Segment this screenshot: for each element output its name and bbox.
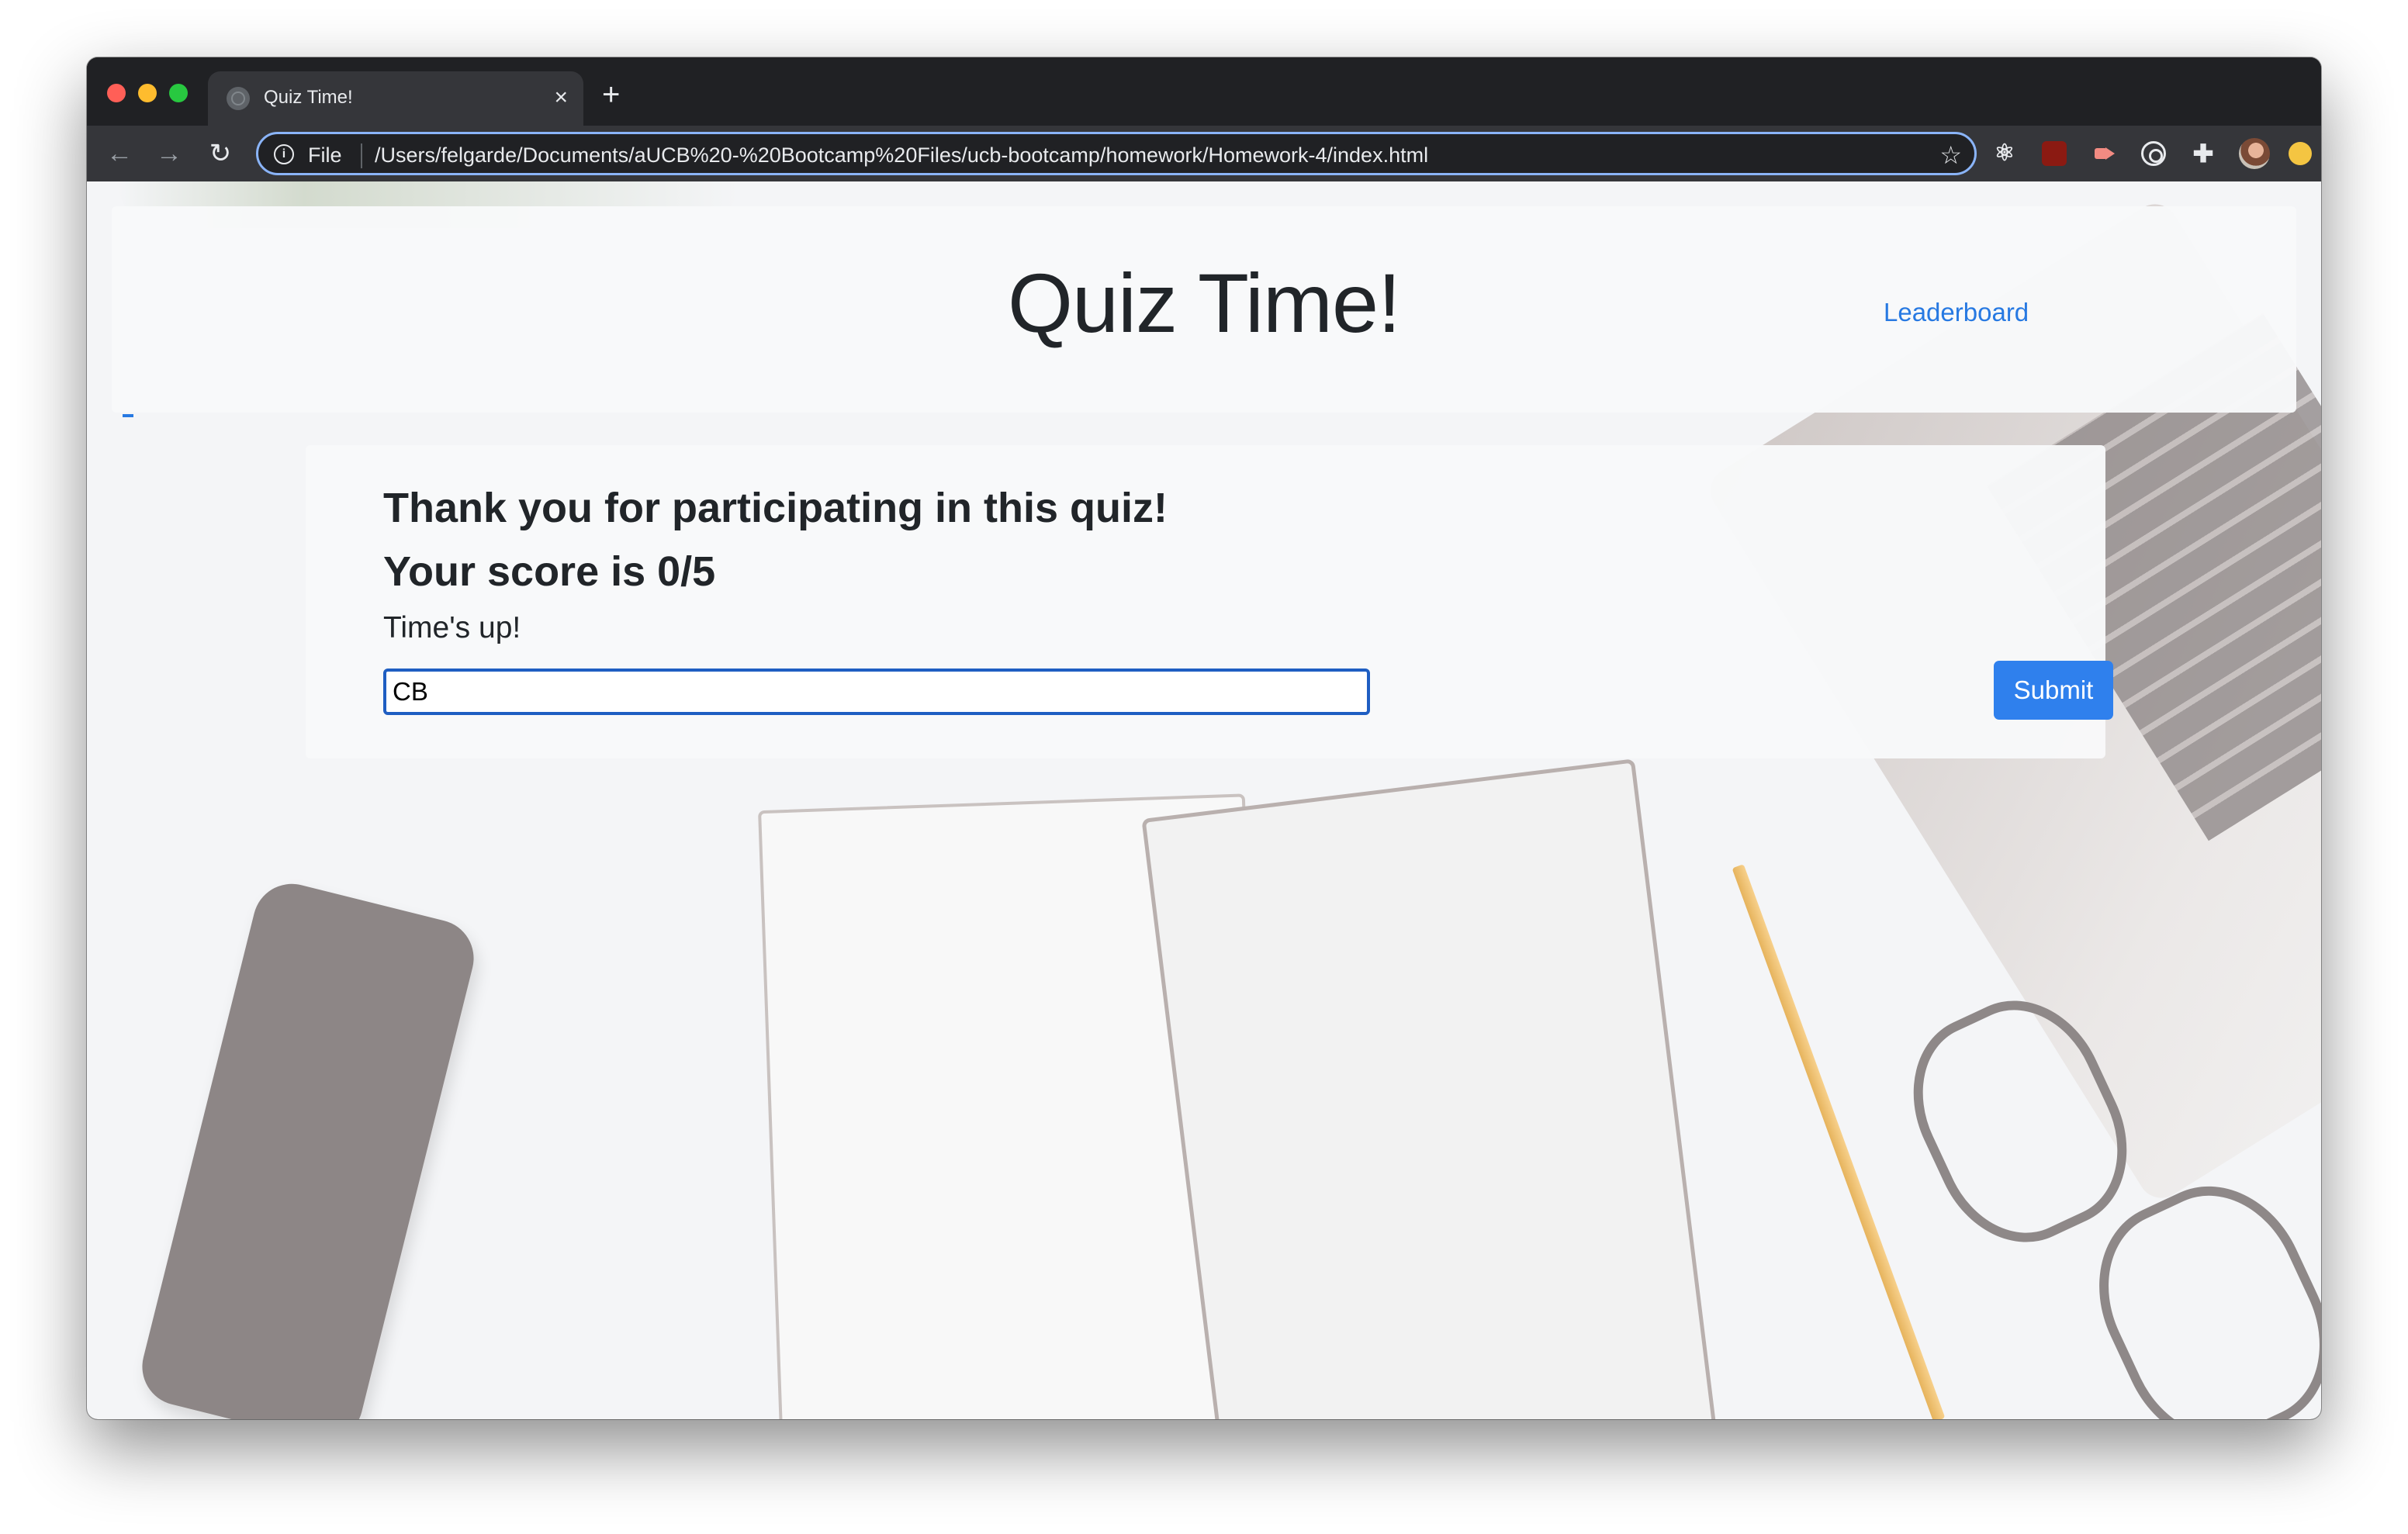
address-divider: [361, 143, 362, 168]
browser-toolbar: ← → ↻ i File /Users/felgarde/Documents/a…: [87, 126, 2321, 181]
maximize-window-button[interactable]: [169, 84, 188, 102]
quiz-result-card: Thank you for participating in this quiz…: [306, 445, 2113, 758]
header-jumbotron: Quiz Time! Leaderboard: [112, 206, 2296, 413]
info-icon[interactable]: i: [274, 144, 294, 164]
close-tab-icon[interactable]: ×: [554, 82, 568, 113]
address-url[interactable]: /Users/felgarde/Documents/aUCB%20-%20Boo…: [375, 143, 1428, 168]
back-arrow-icon[interactable]: ←: [102, 136, 137, 171]
background-phone: [133, 876, 483, 1419]
globe-icon: [227, 87, 250, 110]
forward-arrow-icon[interactable]: →: [152, 136, 186, 171]
background-notebook-right-page: [1141, 758, 1717, 1419]
close-window-button[interactable]: [107, 84, 126, 102]
leaderboard-link[interactable]: Leaderboard: [1884, 298, 2029, 327]
tab-quiz-time[interactable]: Quiz Time! ×: [208, 71, 583, 126]
bookmark-star-icon[interactable]: ☆: [1939, 140, 1962, 170]
address-bar[interactable]: i File /Users/felgarde/Documents/aUCB%20…: [256, 132, 1977, 175]
minimize-window-button[interactable]: [138, 84, 157, 102]
react-devtools-icon[interactable]: ⚛: [1992, 141, 2017, 166]
video-extension-icon[interactable]: [2091, 141, 2116, 166]
score-heading: Your score is 0/5: [383, 548, 716, 595]
extensions-puzzle-icon[interactable]: ✚: [2191, 141, 2216, 166]
background-pencil: [1732, 864, 1946, 1419]
time-status-text: Time's up!: [383, 611, 521, 644]
page-viewport: Quiz Time! Leaderboard Thank you for par…: [87, 181, 2321, 1419]
ublock-icon[interactable]: [2042, 141, 2067, 166]
submit-button[interactable]: Submit: [1994, 661, 2113, 720]
target-extension-icon[interactable]: [2141, 141, 2166, 166]
update-icon[interactable]: [2289, 142, 2312, 165]
browser-window: Quiz Time! × + ← → ↻ i File /Users/felga…: [87, 57, 2321, 1419]
new-tab-button[interactable]: +: [602, 79, 620, 110]
profile-avatar[interactable]: [2239, 138, 2270, 169]
address-scheme: File: [308, 143, 342, 167]
tab-strip: Quiz Time! × +: [87, 57, 2321, 126]
thanks-heading: Thank you for participating in this quiz…: [383, 485, 1168, 531]
initials-input[interactable]: [383, 669, 1370, 715]
progress-indicator: [123, 414, 133, 417]
tab-title: Quiz Time!: [264, 87, 353, 108]
reload-icon[interactable]: ↻: [203, 136, 237, 171]
